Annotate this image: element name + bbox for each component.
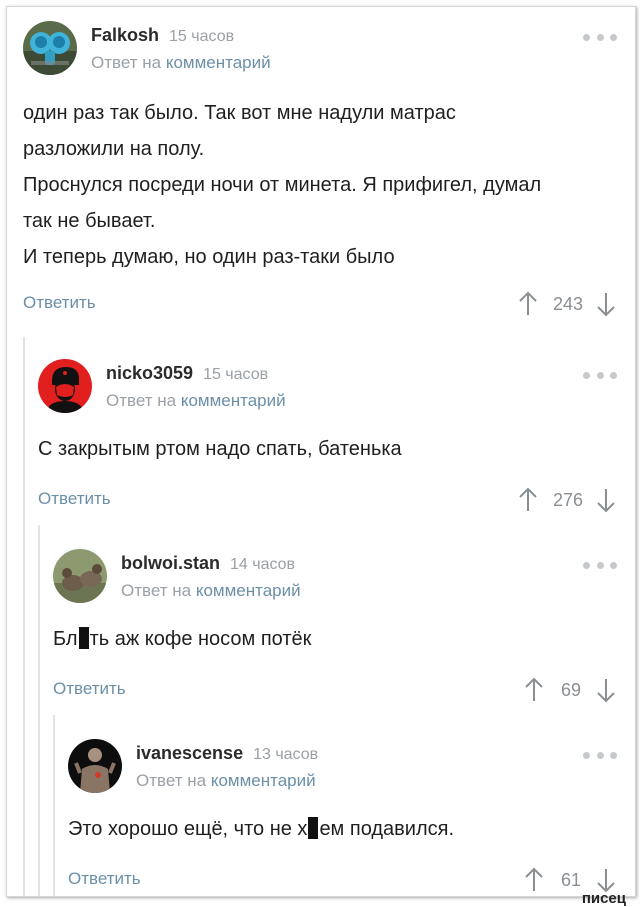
- comment-line: Бл ть аж кофе носом потёк: [53, 621, 617, 657]
- reply-to: Ответ на комментарий: [106, 391, 286, 411]
- reply-to: Ответ на комментарий: [136, 771, 316, 791]
- parent-comment-link[interactable]: комментарий: [211, 771, 316, 790]
- censor-bar: [308, 817, 319, 839]
- watermark: писец: [581, 890, 626, 907]
- arrow-up-icon[interactable]: [523, 867, 545, 893]
- avatar[interactable]: [38, 359, 92, 413]
- more-dots-icon[interactable]: [583, 31, 617, 43]
- reply-button[interactable]: Ответить: [68, 869, 141, 889]
- comment-time: 13 часов: [253, 746, 319, 763]
- reply-prefix: Ответ на: [136, 771, 207, 790]
- text-segment: ем подавился.: [319, 818, 455, 840]
- person-avatar-icon: [68, 739, 122, 793]
- more-dots-icon[interactable]: [583, 369, 617, 381]
- arrow-down-icon[interactable]: [595, 677, 617, 703]
- comment-time: 15 часов: [169, 28, 235, 45]
- reply-prefix: Ответ на: [106, 391, 177, 410]
- comment-line: разложили на полу.: [23, 138, 205, 160]
- thread-line[interactable]: [38, 525, 40, 896]
- reply-prefix: Ответ на: [121, 581, 192, 600]
- vote-count: 69: [560, 679, 582, 700]
- more-dots-icon[interactable]: [583, 749, 617, 761]
- comment-time: 15 часов: [203, 366, 269, 383]
- author-label[interactable]: Falkosh: [91, 25, 159, 45]
- more-dots-icon[interactable]: [583, 559, 617, 571]
- author-name[interactable]: nicko3059 15 часов: [106, 363, 268, 384]
- arrow-up-icon[interactable]: [517, 487, 539, 513]
- arrow-up-icon[interactable]: [523, 677, 545, 703]
- vote-count: 61: [560, 869, 582, 890]
- reply-button[interactable]: Ответить: [38, 489, 111, 509]
- comment-header: nicko3059 15 часов Ответ на комментарий: [38, 359, 617, 415]
- comment-3: bolwoi.stan 14 часов Ответ на комментарий…: [53, 549, 617, 707]
- comment-thread: Falkosh 15 часов Ответ на комментарий оди…: [6, 6, 636, 897]
- comment-1: Falkosh 15 часов Ответ на комментарий оди…: [23, 21, 617, 321]
- author-name[interactable]: bolwoi.stan 14 часов: [121, 553, 295, 574]
- comment-header: bolwoi.stan 14 часов Ответ на комментарий: [53, 549, 617, 605]
- comment-line: один раз так было. Так вот мне надули ма…: [23, 102, 456, 124]
- vote-count: 243: [552, 293, 583, 314]
- arrow-down-icon[interactable]: [595, 487, 617, 513]
- comment-body: один раз так было. Так вот мне надули ма…: [23, 95, 617, 275]
- vote-controls: 276: [517, 487, 617, 513]
- comment-footer: Ответить 69: [53, 677, 617, 707]
- comment-line: Это хорошо ещё, что не х ем подавился.: [68, 811, 617, 847]
- avatar[interactable]: [68, 739, 122, 793]
- comment-body: С закрытым ртом надо спать, батенька: [38, 431, 617, 467]
- text-segment: Это хорошо ещё, что не х: [68, 818, 308, 840]
- comment-body: Бл ть аж кофе носом потёк: [53, 621, 617, 657]
- comment-2: nicko3059 15 часов Ответ на комментарий С…: [38, 359, 617, 517]
- censor-bar: [78, 627, 89, 649]
- comment-footer: Ответить 276: [38, 487, 617, 517]
- avatar[interactable]: [23, 21, 77, 75]
- author-label[interactable]: nicko3059: [106, 363, 193, 383]
- comment-footer: Ответить 61: [68, 867, 617, 896]
- thread-line[interactable]: [23, 337, 25, 896]
- vote-controls: 69: [523, 677, 617, 703]
- author-name[interactable]: ivanescense 13 часов: [136, 743, 318, 764]
- comment-time: 14 часов: [230, 556, 296, 573]
- parent-comment-link[interactable]: комментарий: [181, 391, 286, 410]
- thread-line[interactable]: [53, 715, 55, 896]
- arrow-up-icon[interactable]: [517, 291, 539, 317]
- comment-line: Проснулся посреди ночи от минета. Я приф…: [23, 174, 542, 196]
- comment-line: так не бывает.: [23, 210, 156, 232]
- parent-comment-link[interactable]: комментарий: [196, 581, 301, 600]
- text-segment: ть аж кофе носом потёк: [89, 628, 312, 650]
- comment-body: Это хорошо ещё, что не х ем подавился.: [68, 811, 617, 847]
- arrow-down-icon[interactable]: [595, 291, 617, 317]
- reply-to: Ответ на комментарий: [121, 581, 301, 601]
- vote-controls: 243: [517, 291, 617, 317]
- comment-header: ivanescense 13 часов Ответ на комментарий: [68, 739, 617, 795]
- author-label[interactable]: bolwoi.stan: [121, 553, 220, 573]
- parent-comment-link[interactable]: комментарий: [166, 53, 271, 72]
- comment-line: С закрытым ртом надо спать, батенька: [38, 438, 402, 460]
- vote-count: 276: [552, 489, 583, 510]
- text-segment: Бл: [53, 628, 78, 650]
- reply-prefix: Ответ на: [91, 53, 162, 72]
- author-name[interactable]: Falkosh 15 часов: [91, 25, 234, 46]
- reply-button[interactable]: Ответить: [53, 679, 126, 699]
- author-label[interactable]: ivanescense: [136, 743, 243, 763]
- comment-line: И теперь думаю, но один раз-таки было: [23, 246, 395, 268]
- comment-4: ivanescense 13 часов Ответ на комментарий…: [68, 739, 617, 896]
- comment-header: Falkosh 15 часов Ответ на комментарий: [23, 21, 617, 77]
- reply-button[interactable]: Ответить: [23, 293, 96, 313]
- che-portrait-avatar-icon: [38, 359, 92, 413]
- reply-to: Ответ на комментарий: [91, 53, 271, 73]
- avatar[interactable]: [53, 549, 107, 603]
- dragonfly-avatar-icon: [23, 21, 77, 75]
- ducks-avatar-icon: [53, 549, 107, 603]
- comment-footer: Ответить 243: [23, 291, 617, 321]
